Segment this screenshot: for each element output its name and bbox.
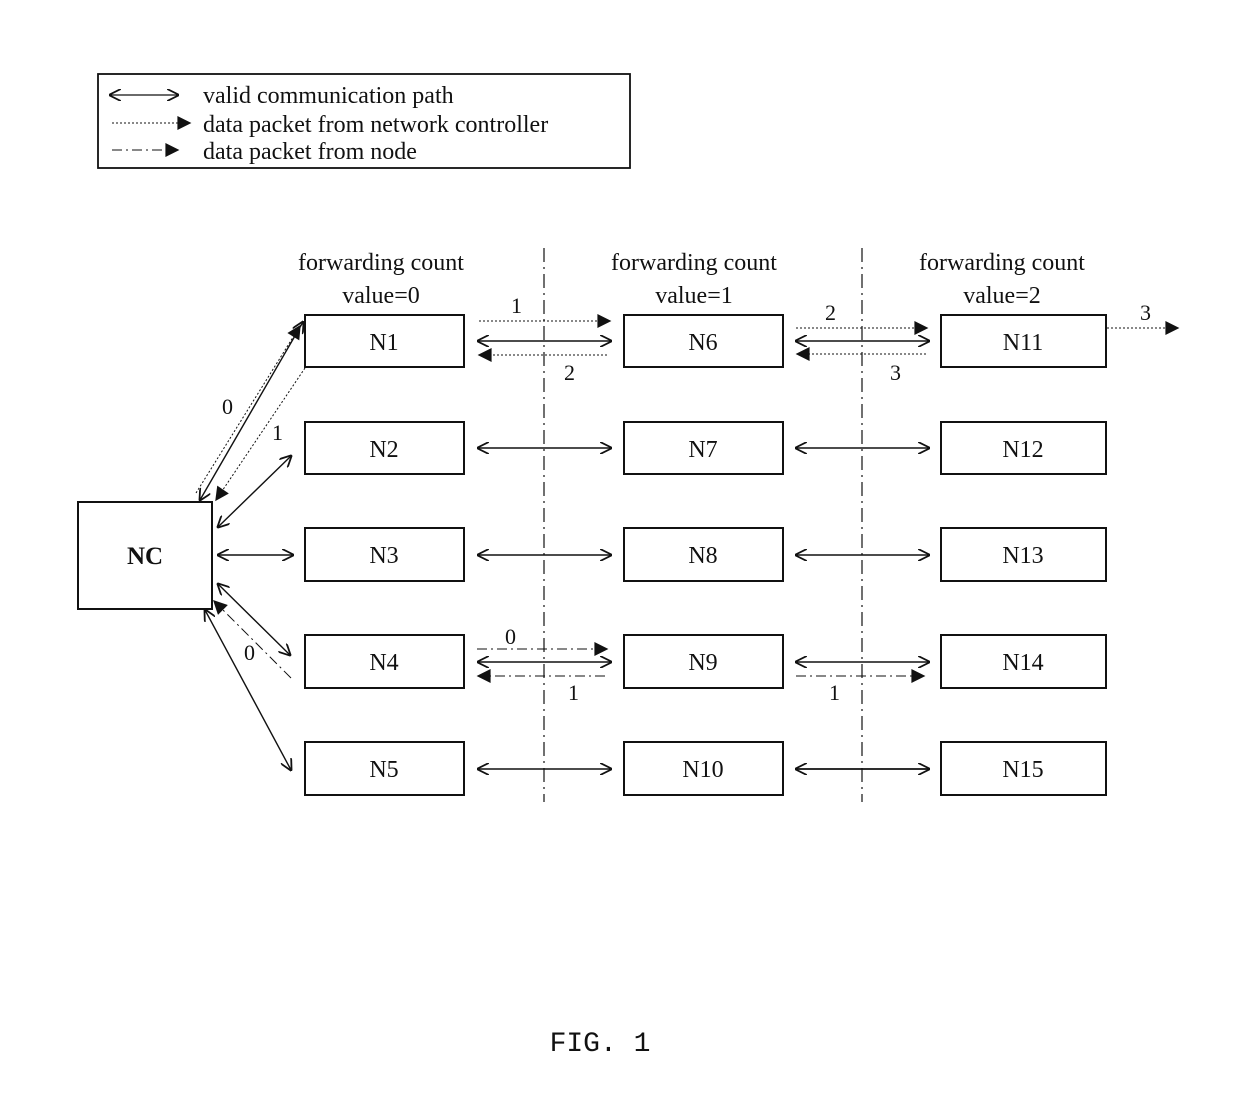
packet-N1-to-NC (215, 367, 306, 502)
node-N12[interactable]: N12 (940, 421, 1107, 475)
node-label: N8 (688, 543, 717, 569)
node-label: N10 (682, 757, 723, 783)
legend-label-node-packet: data packet from node (203, 139, 417, 165)
node-N7[interactable]: N7 (623, 421, 784, 475)
node-label: N3 (369, 543, 398, 569)
column-header-0-line1: forwarding count (298, 250, 464, 276)
column-headers: forwarding count value=0 forwarding coun… (298, 250, 1085, 309)
node-label: N14 (1002, 650, 1043, 676)
node-N14[interactable]: N14 (940, 634, 1107, 689)
path-NC-N2 (218, 456, 291, 527)
node-N4[interactable]: N4 (304, 634, 465, 689)
step-label-nc-n1-back: 1 (272, 420, 283, 445)
step-label-n1-n6-back: 2 (564, 360, 575, 385)
node-N5[interactable]: N5 (304, 741, 465, 796)
step-label-n6-n11-back: 3 (890, 360, 901, 385)
network-diagram: valid communication path data packet fro… (77, 73, 1180, 1060)
step-label-n1-n6-out: 1 (511, 293, 522, 318)
node-label: N11 (1003, 330, 1043, 356)
column-header-0-line2: value=0 (342, 283, 420, 309)
node-N1[interactable]: N1 (304, 314, 465, 368)
step-label-n6-n11-out: 2 (825, 300, 836, 325)
node-N9[interactable]: N9 (623, 634, 784, 689)
column-header-1-line1: forwarding count (611, 250, 777, 276)
packet-NC-to-N1 (195, 324, 301, 494)
step-label-n4-n9-back: 1 (568, 680, 579, 705)
network-controller-label: NC (127, 543, 163, 570)
step-label-nc-n1-out: 0 (222, 394, 233, 419)
node-N11[interactable]: N11 (940, 314, 1107, 368)
node-grid: N1 N6 N11 N2 N7 N12 N3 N8 N13 N4 N9 N14 … (304, 314, 1107, 796)
node-label: N9 (688, 650, 717, 676)
figure-caption: FIG. 1 (550, 1029, 651, 1060)
node-label: N13 (1002, 543, 1043, 569)
column-header-1-line2: value=1 (655, 283, 733, 309)
node-label: N5 (369, 757, 398, 783)
node-N6[interactable]: N6 (623, 314, 784, 368)
node-label: N15 (1002, 757, 1043, 783)
node-label: N6 (688, 330, 717, 356)
step-label-n4-nc: 0 (244, 640, 255, 665)
legend: valid communication path data packet fro… (97, 73, 631, 169)
column-header-2-line1: forwarding count (919, 250, 1085, 276)
node-N15[interactable]: N15 (940, 741, 1107, 796)
node-N2[interactable]: N2 (304, 421, 465, 475)
node-label: N12 (1002, 437, 1043, 463)
path-NC-N1 (200, 322, 303, 500)
node-N3[interactable]: N3 (304, 527, 465, 582)
network-controller[interactable]: NC (77, 501, 213, 610)
node-N8[interactable]: N8 (623, 527, 784, 582)
legend-label-controller-packet: data packet from network controller (203, 112, 548, 138)
node-N10[interactable]: N10 (623, 741, 784, 796)
column-header-2-line2: value=2 (963, 283, 1041, 309)
node-label: N1 (369, 330, 398, 356)
step-label-n9-n14: 1 (829, 680, 840, 705)
node-label: N2 (369, 437, 398, 463)
node-label: N7 (688, 437, 717, 463)
step-label-n11-out: 3 (1140, 300, 1151, 325)
step-label-n4-n9-out: 0 (505, 624, 516, 649)
node-N13[interactable]: N13 (940, 527, 1107, 582)
path-NC-N5 (205, 610, 291, 770)
legend-label-valid-path: valid communication path (203, 83, 454, 109)
node-label: N4 (369, 650, 398, 676)
